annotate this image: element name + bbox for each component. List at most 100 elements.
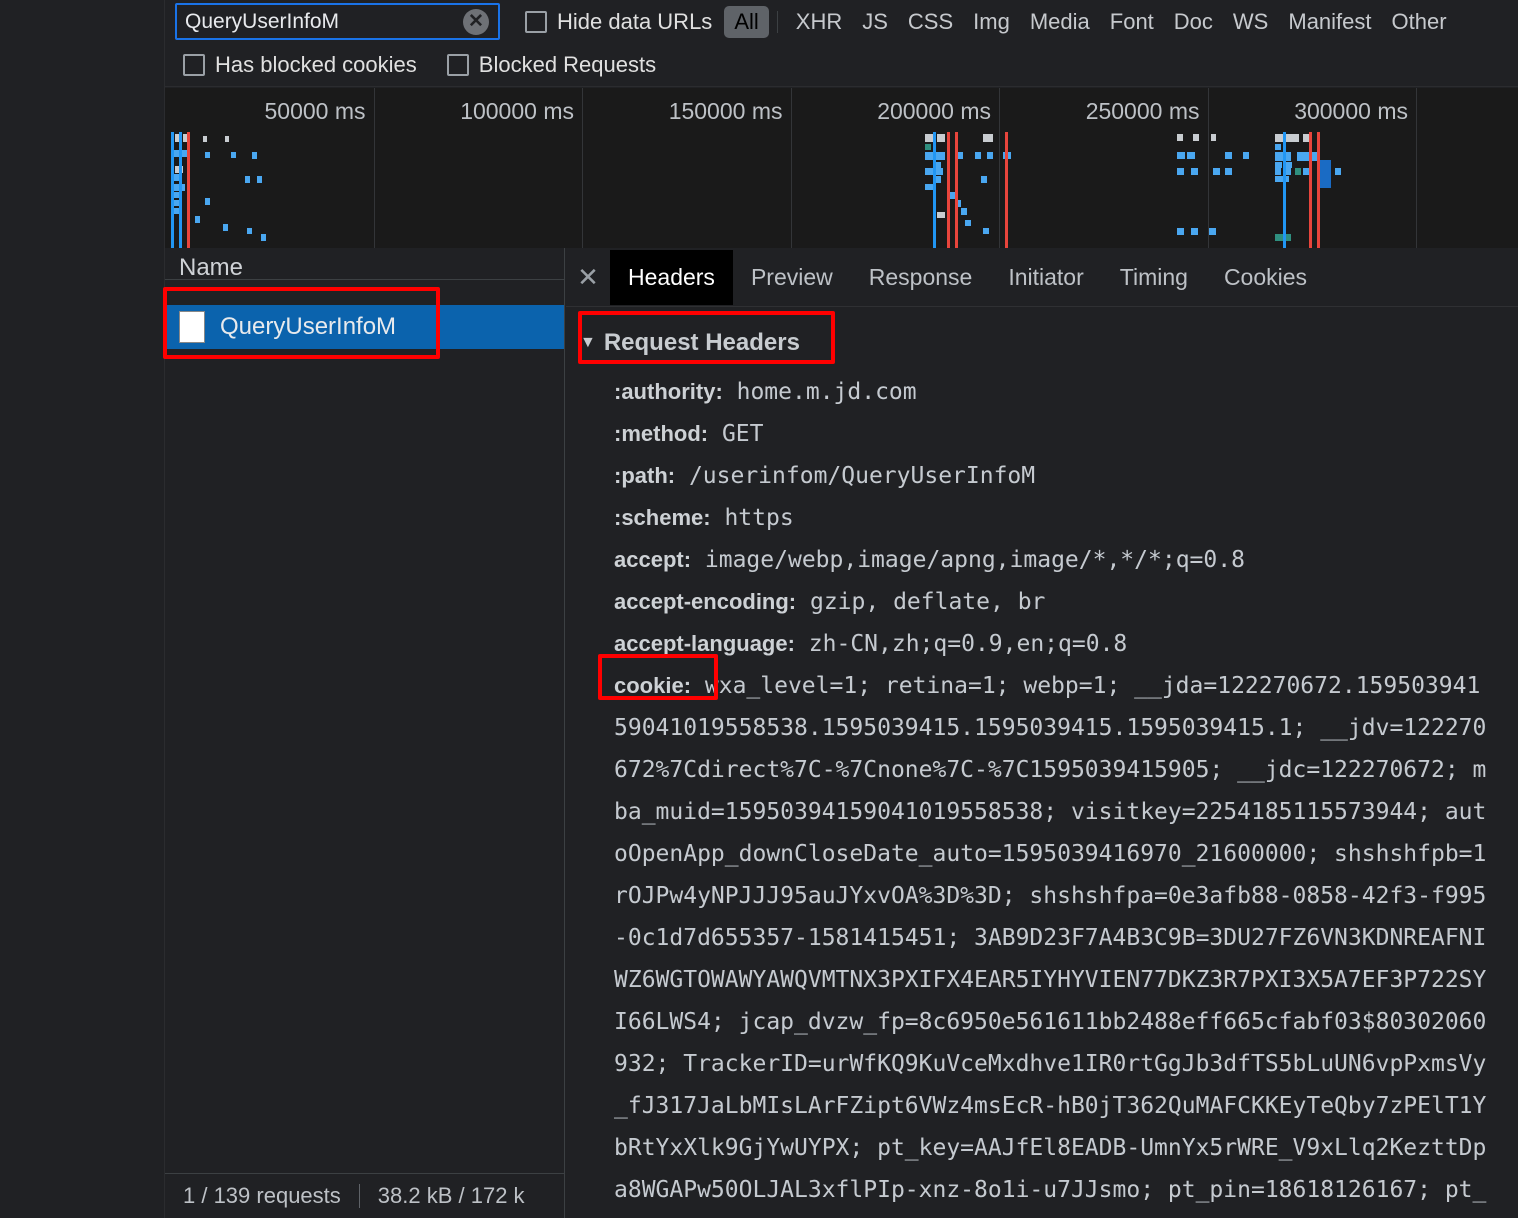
- overview-request-mark: [1225, 152, 1232, 159]
- ruler-gridline: [999, 88, 1000, 248]
- type-filter-other[interactable]: Other: [1382, 6, 1457, 38]
- header-row: :scheme: https: [566, 497, 1518, 539]
- overview-request-mark: [1177, 228, 1184, 235]
- request-headers-section-title[interactable]: ▼ Request Headers: [566, 315, 1518, 371]
- overview-ruler: 50000 ms 100000 ms 150000 ms 200000 ms 25000…: [165, 88, 1518, 248]
- cookie-value-line: ba_muid=15950394159041019558538; visitke…: [614, 799, 1487, 825]
- column-header-name[interactable]: Name: [165, 248, 564, 280]
- ruler-tick-label: 50000 ms: [264, 98, 366, 124]
- detail-tab-bar: ✕ Headers Preview Response Initiator Timing C…: [566, 248, 1518, 307]
- overview-request-mark: [1275, 234, 1283, 241]
- type-filter-media[interactable]: Media: [1020, 6, 1100, 38]
- filter-input[interactable]: [177, 8, 457, 35]
- header-row-list: :authority: home.m.jd.com:method: GET:pa…: [566, 371, 1518, 1218]
- overview-request-mark: [925, 144, 931, 150]
- header-row: :authority: home.m.jd.com: [566, 371, 1518, 413]
- blocked-requests-checkbox[interactable]: Blocked Requests: [446, 51, 657, 78]
- type-filter-all[interactable]: All: [724, 5, 769, 38]
- request-list-item[interactable]: QueryUserInfoM: [165, 305, 564, 349]
- request-detail-pane: ✕ Headers Preview Response Initiator Timing C…: [566, 248, 1518, 1218]
- type-filter-manifest[interactable]: Manifest: [1278, 6, 1381, 38]
- overview-request-mark: [1275, 144, 1281, 150]
- type-filter-xhr[interactable]: XHR: [786, 6, 852, 38]
- overview-request-mark: [961, 208, 967, 215]
- load-event-line: [1309, 132, 1312, 248]
- ruler-gridline: [1207, 88, 1209, 248]
- status-request-count: 1 / 139 requests: [183, 1183, 341, 1208]
- tab-preview[interactable]: Preview: [733, 250, 851, 305]
- overview-request-mark: [1243, 152, 1249, 159]
- tab-timing[interactable]: Timing: [1102, 250, 1206, 305]
- has-blocked-cookies-checkbox[interactable]: Has blocked cookies: [183, 52, 417, 78]
- overview-request-mark: [1191, 228, 1198, 235]
- overview-request-mark: [1295, 168, 1301, 175]
- overview-request-mark: [1187, 152, 1195, 159]
- hide-data-urls-label: Hide data URLs: [557, 8, 713, 34]
- header-name: :path:: [614, 463, 676, 488]
- header-row: accept: image/webp,image/apng,image/*,*/…: [566, 539, 1518, 581]
- overview-request-mark: [1213, 168, 1220, 175]
- type-filter-css[interactable]: CSS: [898, 6, 963, 38]
- ruler-gridline: [1416, 88, 1417, 248]
- header-name: :method:: [614, 421, 709, 446]
- overview-request-mark: [1177, 152, 1185, 159]
- overview-request-mark: [203, 136, 207, 142]
- header-name-cookie: cookie:: [614, 673, 692, 698]
- header-name: accept:: [614, 547, 692, 572]
- overview-request-mark: [247, 228, 252, 234]
- overview-request-mark: [965, 220, 971, 226]
- type-filter-js[interactable]: JS: [852, 6, 898, 38]
- chevron-down-icon: ▼: [580, 334, 596, 351]
- overview-request-mark: [925, 184, 933, 190]
- overview-request-mark: [987, 152, 993, 159]
- header-value: zh-CN,zh;q=0.9,en;q=0.8: [794, 631, 1128, 657]
- type-filter-divider: [776, 10, 778, 33]
- ruler-gridline: [373, 88, 375, 248]
- type-filter-font[interactable]: Font: [1100, 6, 1164, 38]
- domcontentloaded-line: [179, 132, 182, 248]
- overview-request-mark: [975, 152, 981, 159]
- tab-initiator[interactable]: Initiator: [990, 250, 1101, 305]
- header-name: accept-encoding:: [614, 589, 797, 614]
- status-transfer-size: 38.2 kB / 172 k: [377, 1183, 525, 1208]
- ruler-tick-label: 100000 ms: [460, 98, 574, 124]
- domcontentloaded-line: [1283, 132, 1286, 248]
- type-filter-doc[interactable]: Doc: [1164, 6, 1223, 38]
- tab-cookies[interactable]: Cookies: [1206, 250, 1325, 305]
- network-overview-timeline[interactable]: 50000 ms 100000 ms 150000 ms 200000 ms 25000…: [165, 88, 1518, 248]
- ruler-tick-label: 300000 ms: [1294, 98, 1408, 124]
- overview-request-mark: [245, 176, 250, 183]
- overview-request-mark: [983, 134, 993, 142]
- status-bar: 1 / 139 requests 38.2 kB / 172 k: [165, 1173, 565, 1218]
- header-value: https: [710, 505, 794, 531]
- checkbox-box[interactable]: [446, 53, 469, 76]
- ruler-tick-label: 200000 ms: [877, 98, 991, 124]
- blocked-requests-label: Blocked Requests: [478, 51, 657, 77]
- tab-response[interactable]: Response: [851, 250, 991, 305]
- overview-request-mark: [225, 136, 229, 142]
- overview-request-mark: [981, 176, 987, 183]
- clear-icon[interactable]: ✕: [463, 8, 489, 35]
- header-row-cookie: cookie: wxa_level=1; retina=1; webp=1; _…: [566, 665, 1518, 707]
- overview-request-mark: [1191, 168, 1198, 175]
- filter-input-container[interactable]: ✕: [175, 3, 500, 40]
- overview-request-mark: [261, 234, 266, 241]
- type-filter-img[interactable]: Img: [963, 6, 1020, 38]
- overview-request-mark: [983, 228, 989, 234]
- overview-request-mark: [1193, 134, 1199, 141]
- overview-request-mark: [257, 176, 262, 183]
- cookie-value-line: wxa_level=1; retina=1; webp=1; __jda=122…: [691, 673, 1481, 699]
- ruler-tick-label: 150000 ms: [668, 98, 783, 124]
- type-filter-ws[interactable]: WS: [1223, 6, 1278, 38]
- section-title-label: Request Headers: [603, 329, 800, 356]
- close-icon[interactable]: ✕: [566, 262, 610, 293]
- checkbox-box[interactable]: [183, 53, 205, 76]
- hide-data-urls-checkbox[interactable]: Hide data URLs: [525, 9, 712, 35]
- checkbox-box[interactable]: [525, 10, 547, 33]
- headers-content: ▼ Request Headers :authority: home.m.jd.…: [566, 307, 1518, 1218]
- left-gutter: [0, 0, 165, 1218]
- overview-request-mark: [195, 216, 200, 223]
- tab-headers[interactable]: Headers: [610, 249, 733, 305]
- overview-request-mark: [1297, 152, 1317, 161]
- request-list-pane: Name QueryUserInfoM: [165, 248, 565, 1173]
